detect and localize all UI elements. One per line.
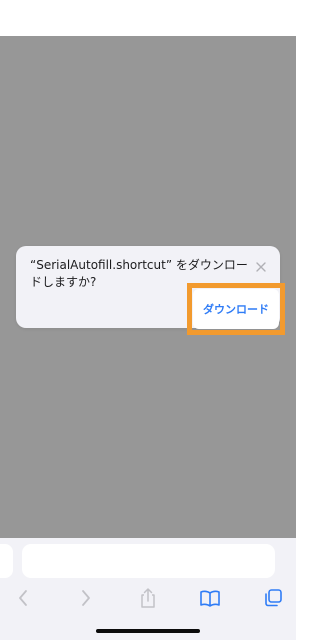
- back-chevron-icon[interactable]: [8, 584, 38, 612]
- forward-chevron-icon[interactable]: [71, 584, 101, 612]
- previous-tab-peek[interactable]: [0, 544, 13, 578]
- tabs-icon[interactable]: [258, 584, 288, 612]
- download-button[interactable]: ダウンロード: [193, 289, 279, 329]
- home-indicator: [96, 629, 200, 633]
- share-icon[interactable]: [133, 584, 163, 612]
- close-icon[interactable]: [254, 260, 268, 274]
- bookmarks-icon[interactable]: [195, 584, 225, 612]
- address-bar[interactable]: [22, 544, 275, 578]
- status-bar: [0, 0, 296, 36]
